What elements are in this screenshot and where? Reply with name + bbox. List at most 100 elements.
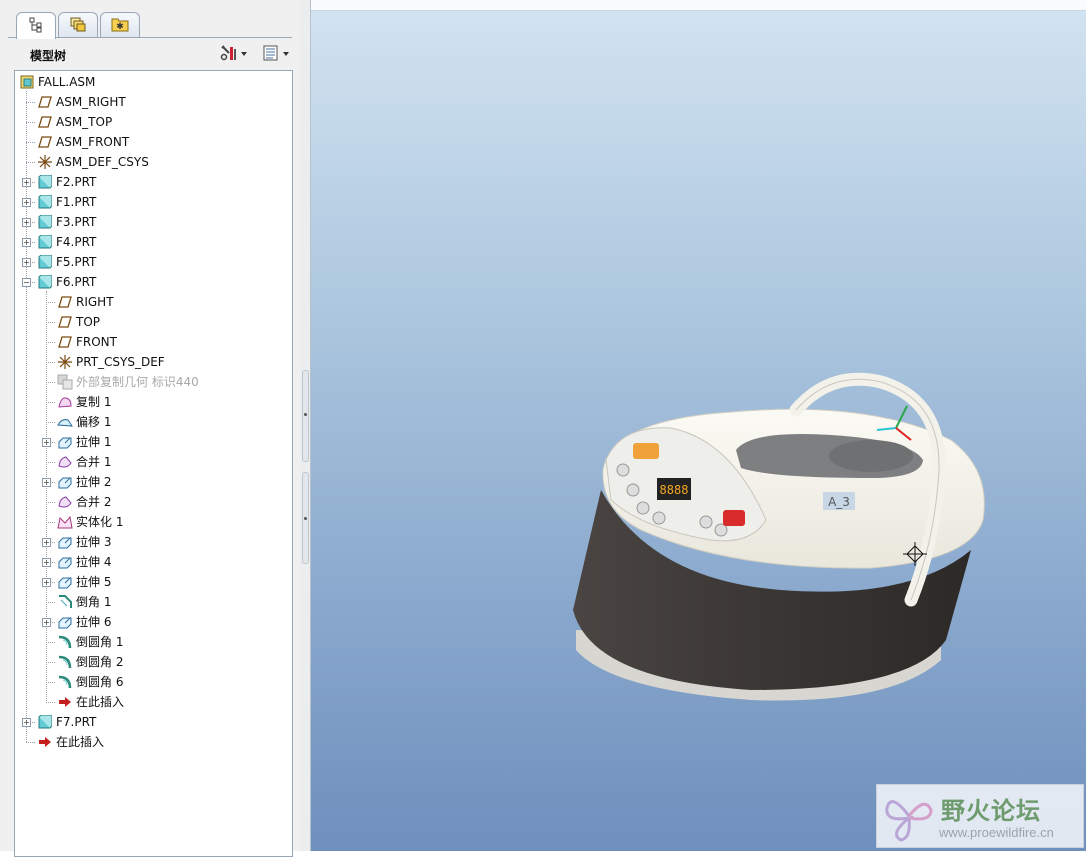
tree-item-label: 在此插入 bbox=[56, 735, 105, 749]
tree-item-asm-def-csys[interactable]: ASM_DEF_CSYS bbox=[37, 152, 149, 172]
tree-item-label: 倒角 1 bbox=[76, 595, 112, 609]
list-view-icon bbox=[262, 44, 280, 65]
model-tree-icon bbox=[28, 17, 44, 36]
tree-item-1[interactable]: 偏移 1 bbox=[57, 412, 111, 432]
tree-item-asm-top[interactable]: ASM_TOP bbox=[37, 112, 112, 132]
rice-cooker-model[interactable]: 8888 A_3 bbox=[311, 0, 1086, 851]
tree-item-label: 在此插入 bbox=[76, 695, 125, 709]
model-label: A_3 bbox=[828, 495, 850, 509]
datum-plane-icon bbox=[37, 134, 53, 150]
tree-item-label: ASM_FRONT bbox=[56, 135, 130, 149]
part-icon bbox=[37, 174, 53, 190]
tree-item-front[interactable]: FRONT bbox=[57, 332, 117, 352]
collapse-toggle[interactable]: − bbox=[22, 278, 31, 287]
part-icon bbox=[37, 214, 53, 230]
expand-toggle[interactable]: + bbox=[42, 558, 51, 567]
tree-item-6[interactable]: 拉伸 6 bbox=[57, 612, 111, 632]
tree-connector bbox=[46, 662, 55, 663]
tree-connector bbox=[46, 302, 55, 303]
forum-watermark: 野火论坛 www.proewildfire.cn bbox=[876, 784, 1084, 848]
tree-root-assembly[interactable]: FALL.ASM bbox=[19, 72, 95, 92]
tree-item-label: F4.PRT bbox=[56, 235, 97, 249]
tree-item-label: 外部复制几何 标识440 bbox=[76, 375, 199, 389]
tree-item-f6-prt[interactable]: F6.PRT bbox=[37, 272, 96, 292]
tree-item-label: RIGHT bbox=[76, 295, 114, 309]
tree-item-4[interactable]: 拉伸 4 bbox=[57, 552, 111, 572]
tree-item-1[interactable]: 拉伸 1 bbox=[57, 432, 111, 452]
expand-toggle[interactable]: + bbox=[42, 618, 51, 627]
tree-item-1[interactable]: 倒角 1 bbox=[57, 592, 111, 612]
expand-toggle[interactable]: + bbox=[22, 718, 31, 727]
extrude-icon bbox=[57, 534, 73, 550]
solidify-icon bbox=[57, 514, 73, 530]
tree-connector bbox=[26, 91, 27, 742]
show-button[interactable] bbox=[262, 44, 289, 64]
tree-item-label: TOP bbox=[76, 315, 101, 329]
tree-item-f4-prt[interactable]: F4.PRT bbox=[37, 232, 96, 252]
tree-item-6[interactable]: 倒圆角 6 bbox=[57, 672, 123, 692]
tree-item-f2-prt[interactable]: F2.PRT bbox=[37, 172, 96, 192]
tree-connector bbox=[46, 502, 55, 503]
tree-item-3[interactable]: 拉伸 3 bbox=[57, 532, 111, 552]
tree-item-f3-prt[interactable]: F3.PRT bbox=[37, 212, 96, 232]
tree-item-440[interactable]: 外部复制几何 标识440 bbox=[57, 372, 199, 392]
tree-item-prt-csys-def[interactable]: PRT_CSYS_DEF bbox=[57, 352, 165, 372]
expand-toggle[interactable]: + bbox=[42, 478, 51, 487]
tree-item-f5-prt[interactable]: F5.PRT bbox=[37, 252, 96, 272]
graphics-viewport[interactable]: 8888 A_3 bbox=[311, 0, 1086, 851]
merge-icon bbox=[57, 454, 73, 470]
settings-button[interactable] bbox=[220, 44, 247, 64]
watermark-url: www.proewildfire.cn bbox=[939, 825, 1054, 840]
tree-item-f7-prt[interactable]: F7.PRT bbox=[37, 712, 96, 732]
tree-item-f1-prt[interactable]: F1.PRT bbox=[37, 192, 96, 212]
tree-item-feature[interactable]: 在此插入 bbox=[37, 732, 104, 752]
expand-toggle[interactable]: + bbox=[22, 258, 31, 267]
tree-item-1[interactable]: 复制 1 bbox=[57, 392, 111, 412]
chevron-down-icon bbox=[283, 52, 289, 56]
tree-item-2[interactable]: 倒圆角 2 bbox=[57, 652, 123, 672]
tree-item-2[interactable]: 合并 2 bbox=[57, 492, 111, 512]
expand-toggle[interactable]: + bbox=[22, 198, 31, 207]
expand-toggle[interactable]: + bbox=[42, 578, 51, 587]
tree-item-1[interactable]: 合并 1 bbox=[57, 452, 111, 472]
expand-toggle[interactable]: + bbox=[22, 238, 31, 247]
expand-toggle[interactable]: + bbox=[42, 438, 51, 447]
tree-item-label: ASM_TOP bbox=[56, 115, 113, 129]
external-copy-geometry-icon bbox=[57, 374, 73, 390]
tree-item-asm-right[interactable]: ASM_RIGHT bbox=[37, 92, 126, 112]
tree-item-1[interactable]: 倒圆角 1 bbox=[57, 632, 123, 652]
round-icon bbox=[57, 654, 73, 670]
expand-toggle[interactable]: + bbox=[22, 218, 31, 227]
extrude-icon bbox=[57, 434, 73, 450]
tree-connector bbox=[46, 342, 55, 343]
tab-layers[interactable] bbox=[58, 12, 98, 37]
tree-item-label: F7.PRT bbox=[56, 715, 97, 729]
tree-connector bbox=[46, 362, 55, 363]
tree-item-right[interactable]: RIGHT bbox=[57, 292, 114, 312]
part-icon bbox=[37, 234, 53, 250]
expand-toggle[interactable]: + bbox=[42, 538, 51, 547]
tab-favorites[interactable]: ✱ bbox=[100, 12, 140, 37]
expand-toggle[interactable]: + bbox=[22, 178, 31, 187]
tree-connector bbox=[46, 642, 55, 643]
tree-item-label: 拉伸 4 bbox=[76, 555, 112, 569]
tree-item-label: 复制 1 bbox=[76, 395, 112, 409]
tree-item-top[interactable]: TOP bbox=[57, 312, 100, 332]
tree-item-1[interactable]: 实体化 1 bbox=[57, 512, 123, 532]
datum-plane-icon bbox=[37, 94, 53, 110]
tree-item-label: F2.PRT bbox=[56, 175, 97, 189]
butterfly-logo-icon bbox=[885, 800, 933, 842]
tree-item-2[interactable]: 拉伸 2 bbox=[57, 472, 111, 492]
tree-item-asm-front[interactable]: ASM_FRONT bbox=[37, 132, 129, 152]
tab-model-tree[interactable] bbox=[16, 12, 56, 39]
tree-item-feature[interactable]: 在此插入 bbox=[57, 692, 124, 712]
model-tree: FALL.ASM ASM_RIGHT ASM_TOP ASM_FRONT ASM… bbox=[14, 70, 293, 857]
extrude-icon bbox=[57, 554, 73, 570]
panel-splitter[interactable] bbox=[300, 0, 311, 851]
splitter-grip[interactable] bbox=[302, 472, 309, 564]
splitter-grip[interactable] bbox=[302, 370, 309, 462]
tree-item-label: PRT_CSYS_DEF bbox=[76, 355, 165, 369]
tree-item-label: 拉伸 2 bbox=[76, 475, 112, 489]
tree-item-5[interactable]: 拉伸 5 bbox=[57, 572, 111, 592]
extrude-icon bbox=[57, 614, 73, 630]
